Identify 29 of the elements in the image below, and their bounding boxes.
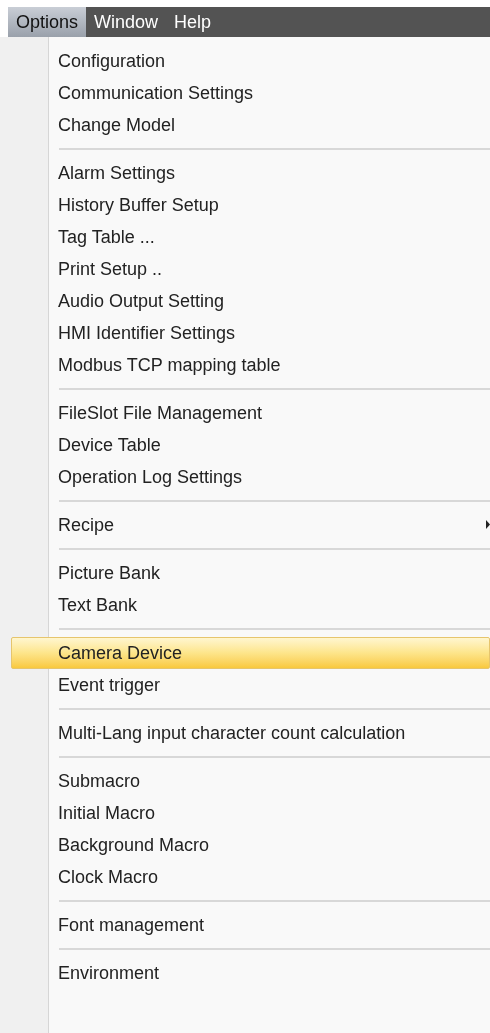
menu-item[interactable]: Audio Output Setting	[0, 285, 490, 317]
menu-item[interactable]: Text Bank	[0, 589, 490, 621]
menu-item[interactable]: Device Table	[0, 429, 490, 461]
menu-item[interactable]: Recipe	[0, 509, 490, 541]
menu-item[interactable]: FileSlot File Management	[0, 397, 490, 429]
menu-item[interactable]: HMI Identifier Settings	[0, 317, 490, 349]
menu-bar-item[interactable]: Options	[8, 7, 87, 37]
menu-item[interactable]: Event trigger	[0, 669, 490, 701]
menu-item[interactable]: Environment	[0, 957, 490, 989]
menu-item[interactable]: Print Setup ..	[0, 253, 490, 285]
menu-item[interactable]: History Buffer Setup	[0, 189, 490, 221]
menu-item[interactable]: Communication Settings	[0, 77, 490, 109]
menu-bar-item[interactable]: Window	[86, 7, 167, 37]
menu-item[interactable]: Operation Log Settings	[0, 461, 490, 493]
menu-item[interactable]: Initial Macro	[0, 797, 490, 829]
menu-item[interactable]: Modbus TCP mapping table	[0, 349, 490, 381]
menu-item[interactable]: Picture Bank	[0, 557, 490, 589]
menu-bar-item[interactable]: Help	[166, 7, 220, 37]
menu-item[interactable]: Background Macro	[0, 829, 490, 861]
menu-item[interactable]: Submacro	[0, 765, 490, 797]
menu-item[interactable]: Tag Table ...	[0, 221, 490, 253]
menu-item[interactable]: Configuration	[0, 45, 490, 77]
menu-item[interactable]: Alarm Settings	[0, 157, 490, 189]
menu-item[interactable]: Camera Device	[11, 637, 490, 669]
menu-item[interactable]: Multi-Lang input character count calculation	[0, 717, 490, 749]
menu-item[interactable]: Font management	[0, 909, 490, 941]
submenu-arrow-icon	[486, 520, 490, 529]
menu-item[interactable]: Clock Macro	[0, 861, 490, 893]
menu-item[interactable]: Change Model	[0, 109, 490, 141]
